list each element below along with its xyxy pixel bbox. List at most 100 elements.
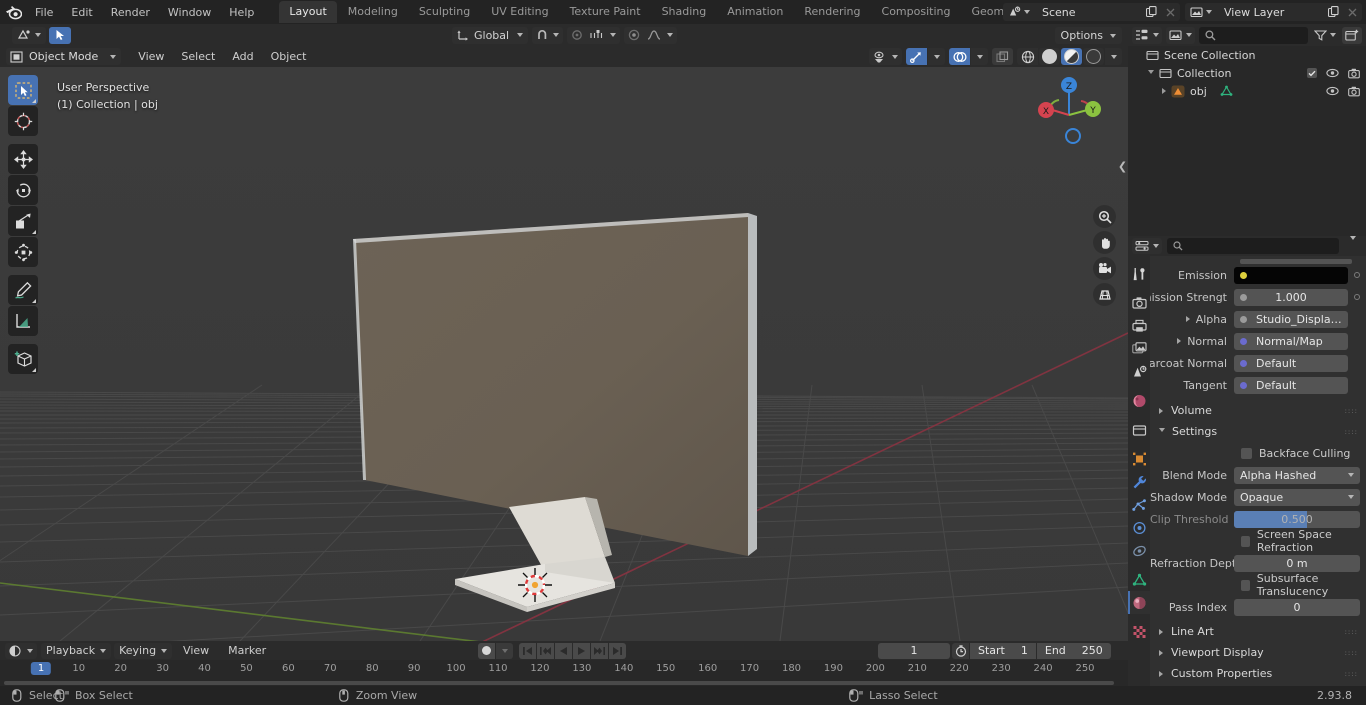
menu-render[interactable]: Render — [102, 3, 159, 22]
auto-keying-options-dropdown[interactable] — [496, 642, 513, 659]
timeline-scrollbar[interactable] — [4, 681, 1114, 685]
editor-type-selector[interactable] — [12, 26, 46, 44]
gizmo-options-dropdown[interactable] — [928, 48, 945, 65]
transform-tool-button[interactable] — [8, 237, 38, 267]
workspace-tab-uv-editing[interactable]: UV Editing — [481, 1, 558, 23]
properties-content[interactable]: EmissionEmission Strengt1.000AlphaStudio… — [1150, 256, 1366, 686]
property-link-field[interactable]: Studio_Display_with... — [1234, 310, 1348, 328]
show-overlays-toggle[interactable] — [949, 48, 970, 65]
properties-tab-texture[interactable] — [1128, 620, 1150, 643]
proportional-editing-toggle[interactable] — [567, 26, 621, 44]
filter-id-icon[interactable] — [1166, 26, 1195, 44]
frame-end-field[interactable]: End 250 — [1036, 642, 1111, 659]
outliner-search-input[interactable] — [1199, 26, 1308, 44]
rotate-tool-button[interactable] — [8, 175, 38, 205]
cursor-tool-button[interactable] — [8, 106, 38, 136]
options-button[interactable]: Options — [1054, 27, 1122, 44]
playhead[interactable]: 1 — [30, 662, 52, 675]
visibility-eye-icon[interactable] — [1326, 86, 1339, 96]
add-cube-tool-button[interactable] — [8, 344, 38, 374]
navigation-gizmo[interactable]: Z X Y — [1027, 73, 1111, 157]
property-link-field[interactable]: Normal/Map — [1234, 332, 1348, 350]
properties-tab-particles[interactable] — [1128, 493, 1150, 516]
outliner-row[interactable]: obj — [1128, 82, 1366, 100]
timeline-menu-marker[interactable]: Marker — [220, 642, 274, 659]
panel-settings[interactable]: Settings :::: — [1150, 421, 1366, 442]
outliner-display-mode-icon[interactable] — [1132, 26, 1162, 44]
measure-tool-button[interactable] — [8, 306, 38, 336]
panel-line-art[interactable]: Line Art:::: — [1150, 621, 1366, 642]
render-camera-icon[interactable] — [1348, 86, 1360, 97]
frame-start-field[interactable]: Start 1 — [970, 642, 1036, 659]
workspace-tab-rendering[interactable]: Rendering — [794, 1, 870, 23]
menu-edit[interactable]: Edit — [62, 3, 101, 22]
properties-tab-scene[interactable] — [1128, 360, 1150, 383]
move-tool-button[interactable] — [8, 144, 38, 174]
workspace-tab-shading[interactable]: Shading — [652, 1, 717, 23]
properties-tab-collection[interactable] — [1128, 418, 1150, 441]
properties-tab-constraints[interactable] — [1128, 539, 1150, 562]
viewport-menu-add[interactable]: Add — [224, 48, 261, 65]
play-icon[interactable] — [573, 642, 590, 659]
toggle-perspective-icon[interactable] — [1093, 283, 1116, 306]
workspace-tab-modeling[interactable]: Modeling — [338, 1, 408, 23]
snap-toggle[interactable] — [532, 26, 564, 44]
workspace-tab-compositing[interactable]: Compositing — [872, 1, 961, 23]
tweak-tool-button[interactable] — [8, 75, 38, 105]
shadow-mode-dropdown[interactable]: Opaque — [1234, 488, 1360, 506]
view-layer-icon[interactable] — [1185, 3, 1216, 21]
property-link-field[interactable]: Default — [1234, 354, 1348, 372]
shading-solid[interactable] — [1039, 48, 1060, 65]
zoom-icon[interactable] — [1093, 205, 1116, 228]
use-preview-range-icon[interactable] — [952, 642, 969, 659]
proportional-falloff-selector[interactable] — [624, 26, 678, 44]
transform-orientation-selector[interactable]: Global — [452, 26, 529, 44]
viewport-menu-select[interactable]: Select — [173, 48, 223, 65]
viewport-menu-object[interactable]: Object — [263, 48, 315, 65]
shading-material-preview[interactable] — [1061, 48, 1082, 65]
menu-help[interactable]: Help — [220, 3, 263, 22]
animate-property-dot[interactable] — [1354, 272, 1360, 278]
scale-tool-button[interactable] — [8, 206, 38, 236]
properties-tab-output[interactable] — [1128, 314, 1150, 337]
subsurface-translucency-checkbox[interactable] — [1241, 579, 1250, 591]
render-camera-icon[interactable] — [1348, 68, 1360, 79]
refraction-depth-field[interactable]: 0 m — [1234, 554, 1360, 572]
outliner-row[interactable]: Scene Collection — [1128, 46, 1366, 64]
properties-tab-material[interactable] — [1128, 591, 1150, 614]
timeline-menu-view[interactable]: View — [175, 642, 217, 659]
panel-volume[interactable]: Volume :::: — [1150, 400, 1366, 421]
panel-custom-properties[interactable]: Custom Properties:::: — [1150, 663, 1366, 684]
properties-tab-modifiers[interactable] — [1128, 470, 1150, 493]
chevron-down-icon[interactable] — [1148, 69, 1154, 77]
jump-to-end-icon[interactable] — [609, 642, 626, 659]
backface-culling-row[interactable]: Backface Culling — [1150, 442, 1366, 464]
new-scene-icon[interactable] — [1142, 3, 1161, 21]
blender-logo-icon[interactable] — [0, 0, 26, 24]
timeline-menu-playback[interactable]: Playback — [41, 642, 112, 659]
funnel-filter-icon[interactable] — [1312, 29, 1338, 41]
sidebar-collapse-arrow-icon[interactable]: ❮ — [1118, 149, 1127, 183]
chevron-right-icon[interactable] — [1177, 338, 1182, 344]
tool-select-toggle[interactable] — [49, 26, 71, 44]
chevron-right-icon[interactable] — [1162, 88, 1166, 94]
camera-view-icon[interactable] — [1093, 257, 1116, 280]
blend-mode-dropdown[interactable]: Alpha Hashed — [1234, 466, 1360, 484]
menu-file[interactable]: File — [26, 3, 62, 22]
scene-icon[interactable] — [1003, 3, 1034, 21]
menu-window[interactable]: Window — [159, 3, 220, 22]
properties-tab-tool[interactable] — [1128, 262, 1150, 285]
workspace-tab-animation[interactable]: Animation — [717, 1, 793, 23]
properties-editor-icon[interactable] — [1132, 238, 1162, 254]
hand-pan-icon[interactable] — [1093, 231, 1116, 254]
panel-viewport-display[interactable]: Viewport Display:::: — [1150, 642, 1366, 663]
new-collection-icon[interactable] — [1342, 26, 1362, 44]
shading-wireframe[interactable] — [1017, 48, 1038, 65]
collection-enable-checkbox[interactable] — [1307, 68, 1317, 78]
screen-space-refraction-row[interactable]: Screen Space Refraction — [1150, 528, 1366, 554]
properties-tab-render[interactable] — [1128, 291, 1150, 314]
current-frame-field[interactable]: 1 — [878, 642, 950, 659]
auto-keying-record-icon[interactable] — [478, 642, 495, 659]
pass-index-field[interactable]: 0 — [1234, 598, 1360, 616]
view-layer-name[interactable]: View Layer — [1216, 3, 1324, 21]
